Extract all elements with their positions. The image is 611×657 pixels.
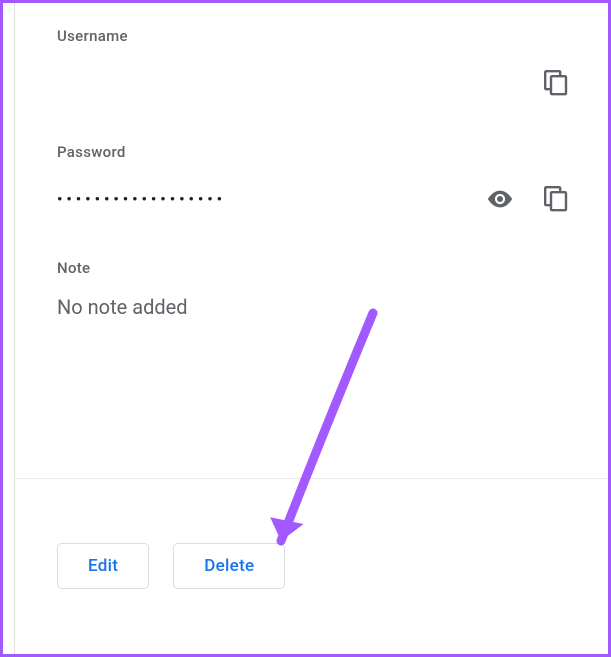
username-row bbox=[57, 55, 570, 111]
username-field-group: Username bbox=[57, 27, 570, 111]
eye-icon bbox=[486, 189, 514, 209]
password-label: Password bbox=[57, 143, 570, 161]
content-area: Username Password •••••••••••••••••• bbox=[3, 3, 608, 319]
username-icon-group bbox=[542, 69, 570, 97]
left-edge-line bbox=[14, 3, 15, 654]
copy-password-button[interactable] bbox=[542, 185, 570, 213]
password-row: •••••••••••••••••• bbox=[57, 171, 570, 227]
delete-button[interactable]: Delete bbox=[173, 543, 285, 589]
password-value: •••••••••••••••••• bbox=[57, 190, 486, 208]
copy-icon bbox=[544, 186, 568, 212]
note-field-group: Note No note added bbox=[57, 259, 570, 319]
show-password-button[interactable] bbox=[486, 185, 514, 213]
copy-username-button[interactable] bbox=[542, 69, 570, 97]
copy-icon bbox=[544, 70, 568, 96]
password-field-group: Password •••••••••••••••••• bbox=[57, 143, 570, 227]
username-label: Username bbox=[57, 27, 570, 45]
button-row: Edit Delete bbox=[57, 543, 285, 589]
edit-button[interactable]: Edit bbox=[57, 543, 149, 589]
password-detail-panel: Username Password •••••••••••••••••• bbox=[0, 0, 611, 657]
password-icon-group bbox=[486, 185, 570, 213]
divider-line bbox=[15, 478, 608, 479]
note-value: No note added bbox=[57, 295, 570, 319]
note-label: Note bbox=[57, 259, 570, 277]
annotation-arrow bbox=[253, 303, 393, 583]
